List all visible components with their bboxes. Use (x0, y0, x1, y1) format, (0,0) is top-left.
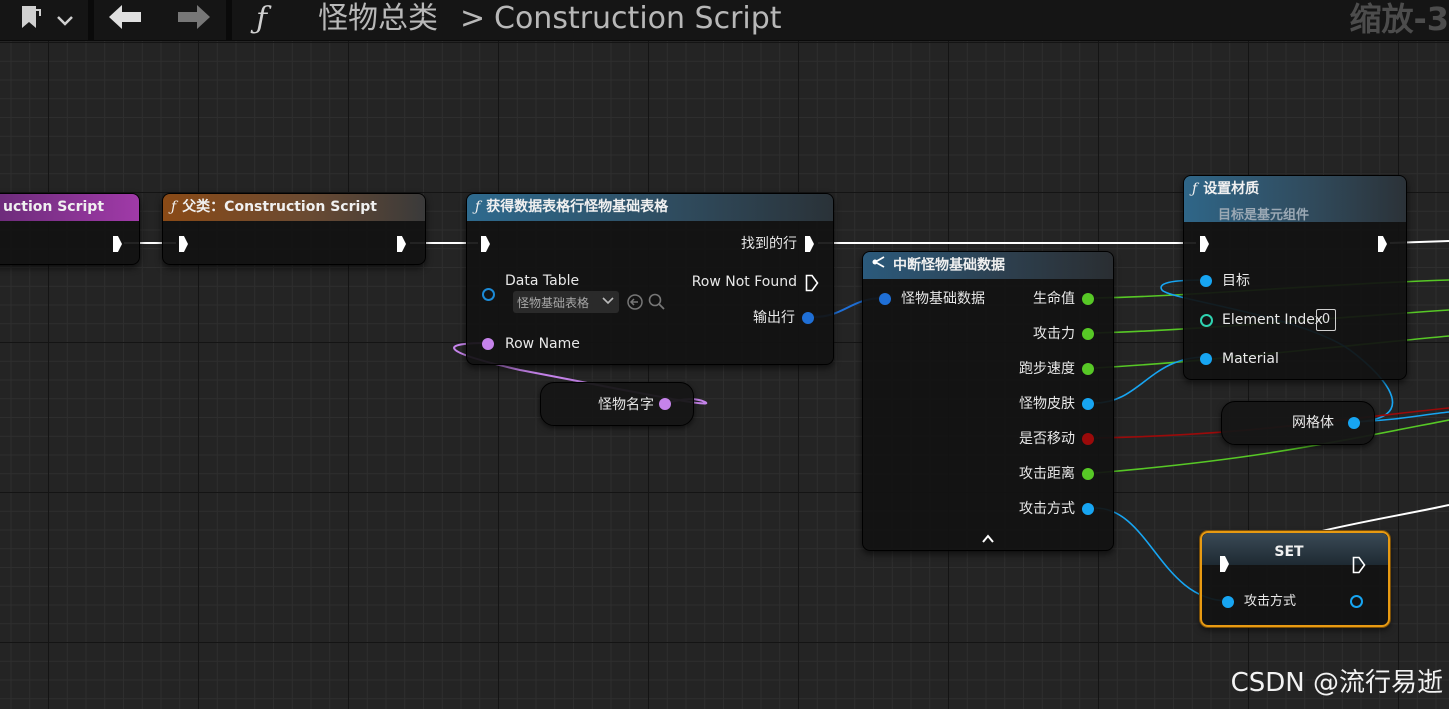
output-health-label: 生命值 (1033, 291, 1075, 307)
monster-name-variable[interactable]: 怪物名字 (540, 382, 694, 426)
function-icon: ƒ (475, 199, 481, 215)
use-selected-icon[interactable] (625, 292, 645, 316)
element-index-pin[interactable] (1200, 314, 1213, 327)
function-icon: ƒ (1192, 181, 1198, 197)
data-table-pin[interactable] (482, 288, 495, 301)
break-struct-icon (871, 252, 887, 279)
output-attack-pin[interactable] (1082, 328, 1094, 340)
mesh-variable[interactable]: 网格体 (1221, 401, 1375, 445)
output-can-move-pin[interactable] (1082, 433, 1094, 445)
node-title: 设置材质 (1203, 181, 1260, 197)
output-health-pin[interactable] (1082, 293, 1094, 305)
monster-name-out-pin[interactable] (659, 398, 671, 410)
output-skin-pin[interactable] (1082, 398, 1094, 410)
node-title: SET (1274, 544, 1304, 560)
out-row-pin[interactable] (802, 312, 814, 324)
node-title: 中断怪物基础数据 (893, 257, 1005, 274)
target-label: 目标 (1222, 273, 1250, 289)
row-found-label: 找到的行 (741, 236, 797, 252)
output-attack-range-label: 攻击距离 (1019, 466, 1075, 482)
data-table-label: Data Table (505, 273, 580, 289)
node-subtitle: 目标是基元组件 (1218, 208, 1310, 222)
variable-label: 怪物名字 (598, 397, 654, 413)
row-name-label: Row Name (505, 336, 580, 352)
material-pin[interactable] (1200, 353, 1212, 365)
output-attack-label: 攻击力 (1033, 326, 1075, 342)
data-table-select[interactable]: 怪物基础表格 (513, 291, 619, 313)
mesh-out-pin[interactable] (1348, 417, 1360, 429)
target-pin[interactable] (1200, 275, 1212, 287)
variable-label: 网格体 (1292, 415, 1334, 431)
browse-search-icon[interactable] (647, 292, 667, 316)
chevron-up-icon[interactable] (981, 530, 995, 549)
function-icon: ƒ (171, 199, 177, 215)
element-index-input[interactable]: 0 (1316, 309, 1336, 331)
output-attack-mode-label: 攻击方式 (1019, 501, 1075, 517)
exec-row-not-found-pin[interactable] (805, 274, 819, 296)
element-index-label: Element Index (1222, 312, 1323, 328)
attack-mode-in-pin[interactable] (1222, 596, 1234, 608)
material-label: Material (1222, 351, 1279, 367)
struct-in-label: 怪物基础数据 (901, 291, 985, 307)
get-data-table-row-node[interactable]: ƒ 获得数据表格行怪物基础表格 找到的行 Data Table 怪物基础表格 Ro… (466, 193, 834, 365)
node-title: uction Script (3, 199, 105, 215)
row-not-found-label: Row Not Found (691, 274, 797, 290)
output-skin-label: 怪物皮肤 (1019, 396, 1075, 412)
break-monster-data-node[interactable]: 中断怪物基础数据 怪物基础数据 生命值 攻击力 跑步速度 怪物皮肤 是否移动 攻… (862, 251, 1114, 551)
attack-mode-label: 攻击方式 (1244, 594, 1297, 609)
construction-script-node[interactable]: uction Script (0, 193, 140, 265)
output-run-speed-label: 跑步速度 (1019, 361, 1075, 377)
parent-construction-node[interactable]: ƒ 父类：Construction Script (162, 193, 426, 265)
output-can-move-label: 是否移动 (1019, 431, 1075, 447)
out-row-label: 输出行 (753, 310, 795, 326)
node-title: 获得数据表格行怪物基础表格 (486, 199, 669, 215)
row-name-pin[interactable] (482, 338, 494, 350)
set-attack-mode-node[interactable]: SET 攻击方式 (1200, 531, 1390, 627)
set-material-node[interactable]: ƒ 设置材质 目标是基元组件 目标 Element Index 0 Materia… (1183, 175, 1407, 380)
output-attack-mode-pin[interactable] (1082, 503, 1094, 515)
watermark: CSDN @流行易逝 (1230, 668, 1443, 698)
attack-mode-out-pin[interactable] (1350, 595, 1363, 608)
exec-out-pin[interactable] (1352, 556, 1366, 578)
output-attack-range-pin[interactable] (1082, 468, 1094, 480)
struct-in-pin[interactable] (879, 293, 891, 305)
output-run-speed-pin[interactable] (1082, 363, 1094, 375)
chevron-down-icon (601, 292, 615, 311)
node-title: 父类：Construction Script (182, 199, 377, 215)
